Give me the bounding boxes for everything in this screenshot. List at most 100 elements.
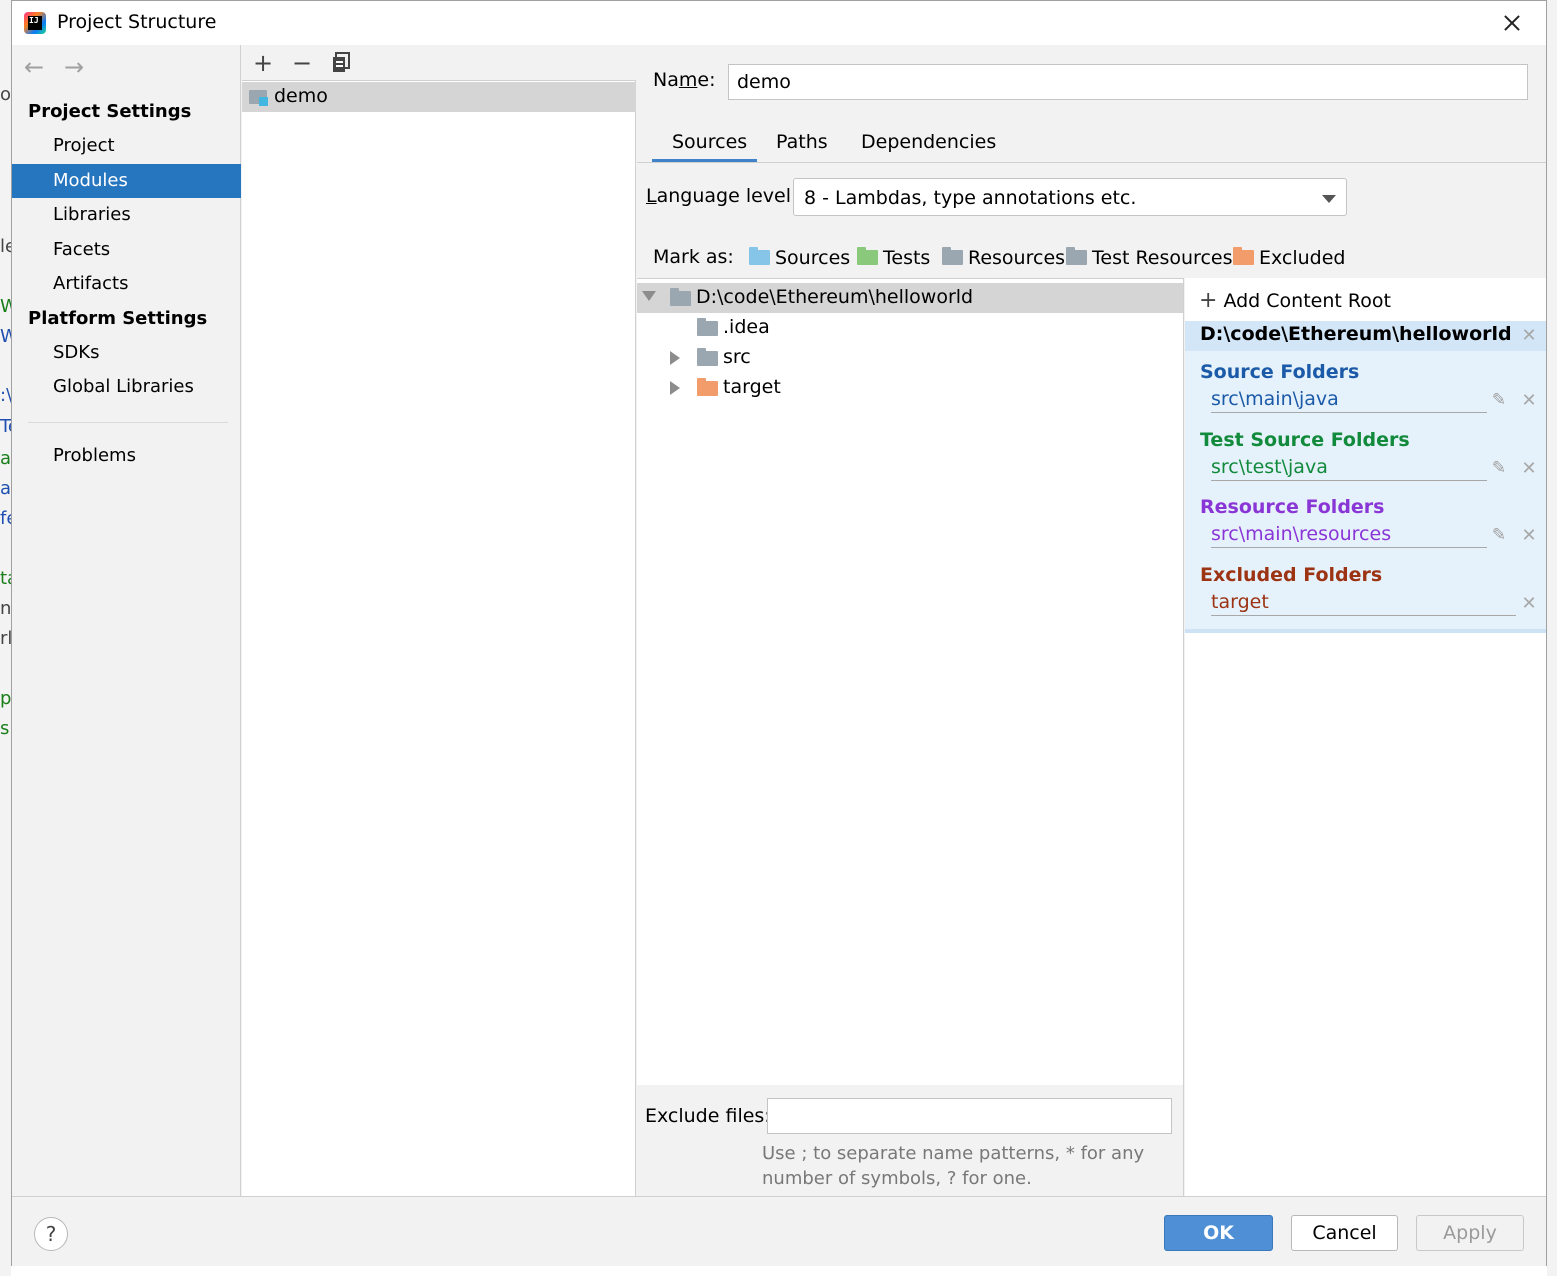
help-button[interactable]: ? [34,1217,68,1251]
nav-item-problems[interactable]: Problems [12,439,241,473]
tree-node-target[interactable]: target [637,373,1183,403]
copy-icon[interactable] [327,49,355,77]
background-text-fragment: rl [0,628,11,649]
remove-folder-icon[interactable]: ✕ [1521,459,1537,477]
close-button[interactable] [1496,7,1528,39]
cancel-button[interactable]: Cancel [1291,1215,1398,1251]
mark-as-sources-button[interactable]: Sources [749,247,850,273]
tree-node-idea[interactable]: .idea [637,313,1183,343]
background-text-fragment: nc [0,598,11,619]
path-underline [1211,547,1487,548]
nav-item-global-libraries[interactable]: Global Libraries [12,370,241,404]
path-underline [1211,412,1487,413]
language-level-value: 8 - Lambdas, type annotations etc. [804,187,1137,209]
language-level-label: Language level: [646,185,798,207]
mark-as-resources-label: Resources [968,247,1066,269]
name-label: Name: [653,69,716,91]
tab-dependencies[interactable]: Dependencies [861,131,996,153]
settings-nav: ← → Project Settings Project Modules Libra… [12,45,241,1196]
module-list-toolbar: + − [242,45,636,81]
content-root-box: D:\code\Ethereum\helloworld ✕ Source Fol… [1185,321,1546,633]
exclude-files-label: Exclude files: [645,1105,771,1127]
content-root-header: D:\code\Ethereum\helloworld ✕ [1185,321,1546,351]
mark-as-sources-label: Sources [775,247,851,269]
module-details-panel: Name: Sources Paths Dependencies Languag… [637,45,1546,1196]
tree-node-label: src [723,346,751,368]
tab-paths[interactable]: Paths [776,131,828,153]
window-title: Project Structure [57,11,217,33]
resource-folders-title: Resource Folders [1200,496,1385,518]
nav-item-libraries[interactable]: Libraries [12,198,241,232]
remove-folder-icon[interactable]: ✕ [1521,392,1537,410]
intellij-app-icon: IJ [24,12,46,34]
nav-divider [28,422,228,423]
path-underline [1211,479,1487,481]
mark-as-excluded-label: Excluded [1259,247,1346,269]
nav-item-project[interactable]: Project [12,129,241,163]
module-list-panel: + − demo [242,45,636,1196]
nav-item-artifacts[interactable]: Artifacts [12,267,241,301]
module-name: demo [274,85,328,107]
background-window-strip-right [1547,0,1557,1276]
exclude-files-input[interactable] [767,1098,1172,1134]
test-source-folders-title: Test Source Folders [1200,428,1410,451]
nav-item-sdks[interactable]: SDKs [12,336,241,370]
mark-as-label: Mark as: [653,246,734,268]
chevron-down-icon[interactable] [642,291,656,301]
mark-as-tests-button[interactable]: Tests [857,247,930,273]
apply-button[interactable]: Apply [1416,1215,1524,1251]
exclude-files-hint: Use ; to separate name patterns, * for a… [762,1143,1145,1189]
tree-node-label: D:\code\Ethereum\helloworld [696,286,974,308]
dialog-button-bar: ? OK Cancel Apply [12,1196,1546,1266]
title-bar: IJ Project Structure [12,1,1546,45]
chevron-right-icon[interactable] [670,351,680,365]
remove-folder-icon[interactable]: ✕ [1521,527,1537,545]
content-root-path: D:\code\Ethereum\helloworld [1200,323,1512,345]
pencil-icon[interactable]: ✎ [1490,526,1508,544]
tree-node-label: .idea [723,316,770,338]
nav-item-modules[interactable]: Modules [12,163,241,198]
pencil-icon[interactable]: ✎ [1490,459,1508,477]
plus-icon: + [1199,288,1218,313]
source-folders-title: Source Folders [1200,361,1360,383]
background-text-fragment: W [0,326,11,347]
folder-resources-icon [942,247,963,265]
background-text-fragment: a [0,478,11,499]
mark-as-excluded-button[interactable]: Excluded [1233,247,1346,273]
background-text-fragment: :\ [0,385,11,406]
tree-node-src[interactable]: src [637,343,1183,373]
tabs-divider [637,162,1546,163]
tree-node-d-code-ethereum-helloworld[interactable]: D:\code\Ethereum\helloworld [637,283,1183,313]
arrow-left-icon[interactable]: ← [20,53,48,81]
folder-excluded-icon [1233,247,1254,265]
language-level-select[interactable]: 8 - Lambdas, type annotations etc. [793,178,1347,216]
plus-icon[interactable]: + [249,49,277,77]
arrow-right-icon[interactable]: → [60,53,88,81]
folder-icon [697,378,718,396]
mark-as-test-resources-button[interactable]: Test Resources [1066,247,1233,273]
ok-button[interactable]: OK [1164,1215,1273,1251]
minus-icon[interactable]: − [288,49,316,77]
add-content-root-button[interactable]: + Add Content Root [1199,288,1391,313]
content-tree: D:\code\Ethereum\helloworld .idea src targe… [637,278,1184,1085]
platform-settings-header: Platform Settings [28,308,208,329]
background-text-fragment: a [0,448,11,469]
chevron-right-icon[interactable] [670,381,680,395]
module-list-item[interactable]: demo [242,82,636,112]
resource-folders-path: src\main\resources [1211,523,1392,545]
module-name-input[interactable] [728,64,1528,100]
background-text-fragment: p [0,688,11,709]
path-underline [1211,614,1516,616]
nav-item-facets[interactable]: Facets [12,233,241,267]
source-folders-path: src\main\java [1211,388,1339,410]
background-text-fragment: s [0,718,10,739]
mark-as-tests-label: Tests [883,247,931,269]
remove-content-root-icon[interactable]: ✕ [1521,327,1537,345]
chevron-down-icon [1322,195,1336,203]
excluded-folders-title: Excluded Folders [1200,563,1383,586]
remove-folder-icon[interactable]: ✕ [1521,594,1537,612]
tab-sources[interactable]: Sources [672,131,747,153]
pencil-icon[interactable]: ✎ [1490,391,1508,409]
content-roots-panel: + Add Content Root D:\code\Ethereum\hello… [1185,278,1546,1196]
mark-as-resources-button[interactable]: Resources [942,247,1065,273]
